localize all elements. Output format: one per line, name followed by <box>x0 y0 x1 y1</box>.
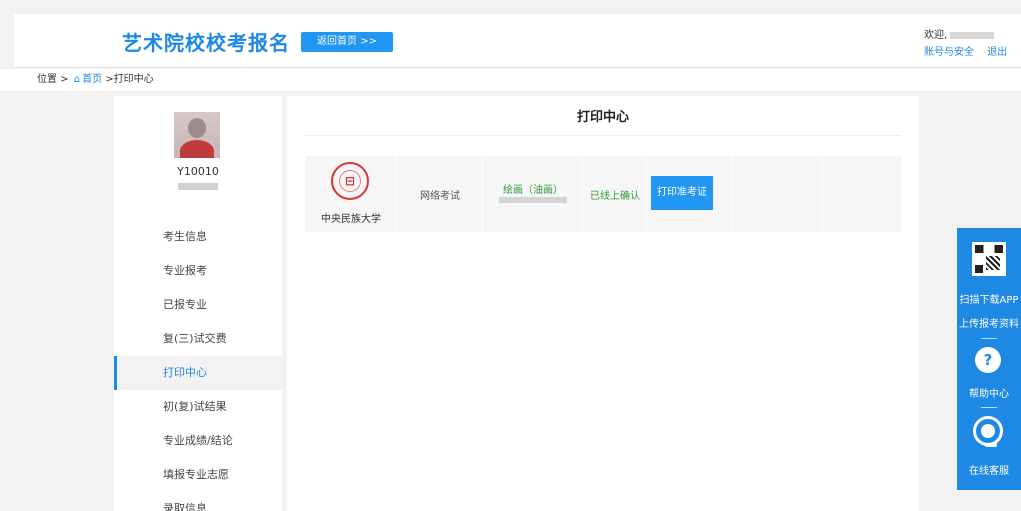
sidebar-item-major-scores[interactable]: 专业成绩/结论 <box>114 424 282 458</box>
qr-code-pattern <box>975 245 1003 274</box>
breadcrumb: 位置 > ⌂ 首页 >打印中心 <box>0 69 1021 91</box>
sidebar: Y10010 考生信息 专业报考 已报专业 复(三)试交费 打印中心 初(复)试… <box>114 96 282 511</box>
sidebar-item-admission-info[interactable]: 录取信息 <box>114 492 282 511</box>
welcome-text: 欢迎, <box>924 26 995 41</box>
breadcrumb-home-link[interactable]: 首页 <box>82 74 102 85</box>
status-badge: 已线上确认 <box>590 191 640 202</box>
university-seal-icon: ⊟ <box>331 162 369 200</box>
account-links: 账号与安全 退出 <box>924 43 1017 58</box>
major-cell: 绘画（油画） <box>483 156 583 232</box>
help-icon[interactable]: ? <box>975 347 1001 373</box>
breadcrumb-location: 位置 > <box>37 74 69 85</box>
avatar-body <box>180 140 214 158</box>
student-id: Y10010 <box>177 165 219 178</box>
scan-download-app-text[interactable]: 扫描下载APP <box>957 291 1021 306</box>
breadcrumb-current: 打印中心 <box>113 74 154 85</box>
qr-code-icon[interactable] <box>972 242 1006 276</box>
sidebar-item-print-center[interactable]: 打印中心 <box>114 356 282 390</box>
home-icon[interactable]: ⌂ <box>74 74 80 85</box>
page-title: 打印中心 <box>305 108 901 136</box>
sidebar-menu: 考生信息 专业报考 已报专业 复(三)试交费 打印中心 初(复)试结果 专业成绩… <box>114 220 282 511</box>
back-home-button[interactable]: 返回首页 >> <box>301 32 393 52</box>
university-seal-glyph: ⊟ <box>339 170 361 192</box>
sidebar-item-retest-payment[interactable]: 复(三)试交费 <box>114 322 282 356</box>
avatar <box>174 112 220 158</box>
main-content: 打印中心 ⊟ 中央民族大学 网络考试 绘画（油画） 已线上确认 打印准考证 <box>287 96 919 511</box>
breadcrumb-separator: > <box>105 74 114 85</box>
empty-cell <box>733 156 823 232</box>
floating-side-panel: 扫描下载APP 上传报考资料 ? 帮助中心 在线客服 <box>957 228 1021 490</box>
top-header: 艺术院校校考报名 返回首页 >> 欢迎, 账号与安全 退出 <box>14 14 1021 68</box>
sidebar-item-major-preference[interactable]: 填报专业志愿 <box>114 458 282 492</box>
site-title[interactable]: 艺术院校校考报名 <box>122 27 290 56</box>
account-security-link[interactable]: 账号与安全 <box>924 47 974 58</box>
student-name-masked <box>178 183 218 190</box>
sidebar-item-student-info[interactable]: 考生信息 <box>114 220 282 254</box>
online-service-link[interactable]: 在线客服 <box>957 462 1021 477</box>
major-name: 绘画（油画） <box>503 185 563 196</box>
exam-type-cell: 网络考试 <box>397 156 483 232</box>
panel-divider <box>981 407 997 408</box>
help-center-link[interactable]: 帮助中心 <box>957 385 1021 400</box>
sidebar-item-apply-major[interactable]: 专业报考 <box>114 254 282 288</box>
major-detail-masked <box>499 197 567 203</box>
university-cell: ⊟ 中央民族大学 <box>305 156 397 232</box>
avatar-head <box>188 118 206 138</box>
username-masked <box>950 31 995 39</box>
print-record-row: ⊟ 中央民族大学 网络考试 绘画（油画） 已线上确认 打印准考证 <box>305 156 901 232</box>
print-admission-ticket-button[interactable]: 打印准考证 <box>651 176 713 210</box>
panel-divider <box>981 338 997 339</box>
empty-cell <box>823 156 901 232</box>
upload-materials-text[interactable]: 上传报考资料 <box>957 315 1021 330</box>
sidebar-item-applied-majors[interactable]: 已报专业 <box>114 288 282 322</box>
university-name: 中央民族大学 <box>321 214 381 225</box>
status-cell: 已线上确认 <box>583 156 647 232</box>
exam-type: 网络考试 <box>420 191 460 202</box>
welcome-label: 欢迎, <box>924 30 948 41</box>
logout-link[interactable]: 退出 <box>987 47 1007 58</box>
action-cell: 打印准考证 <box>647 156 733 232</box>
customer-service-icon[interactable] <box>973 416 1003 447</box>
sidebar-item-test-results[interactable]: 初(复)试结果 <box>114 390 282 424</box>
